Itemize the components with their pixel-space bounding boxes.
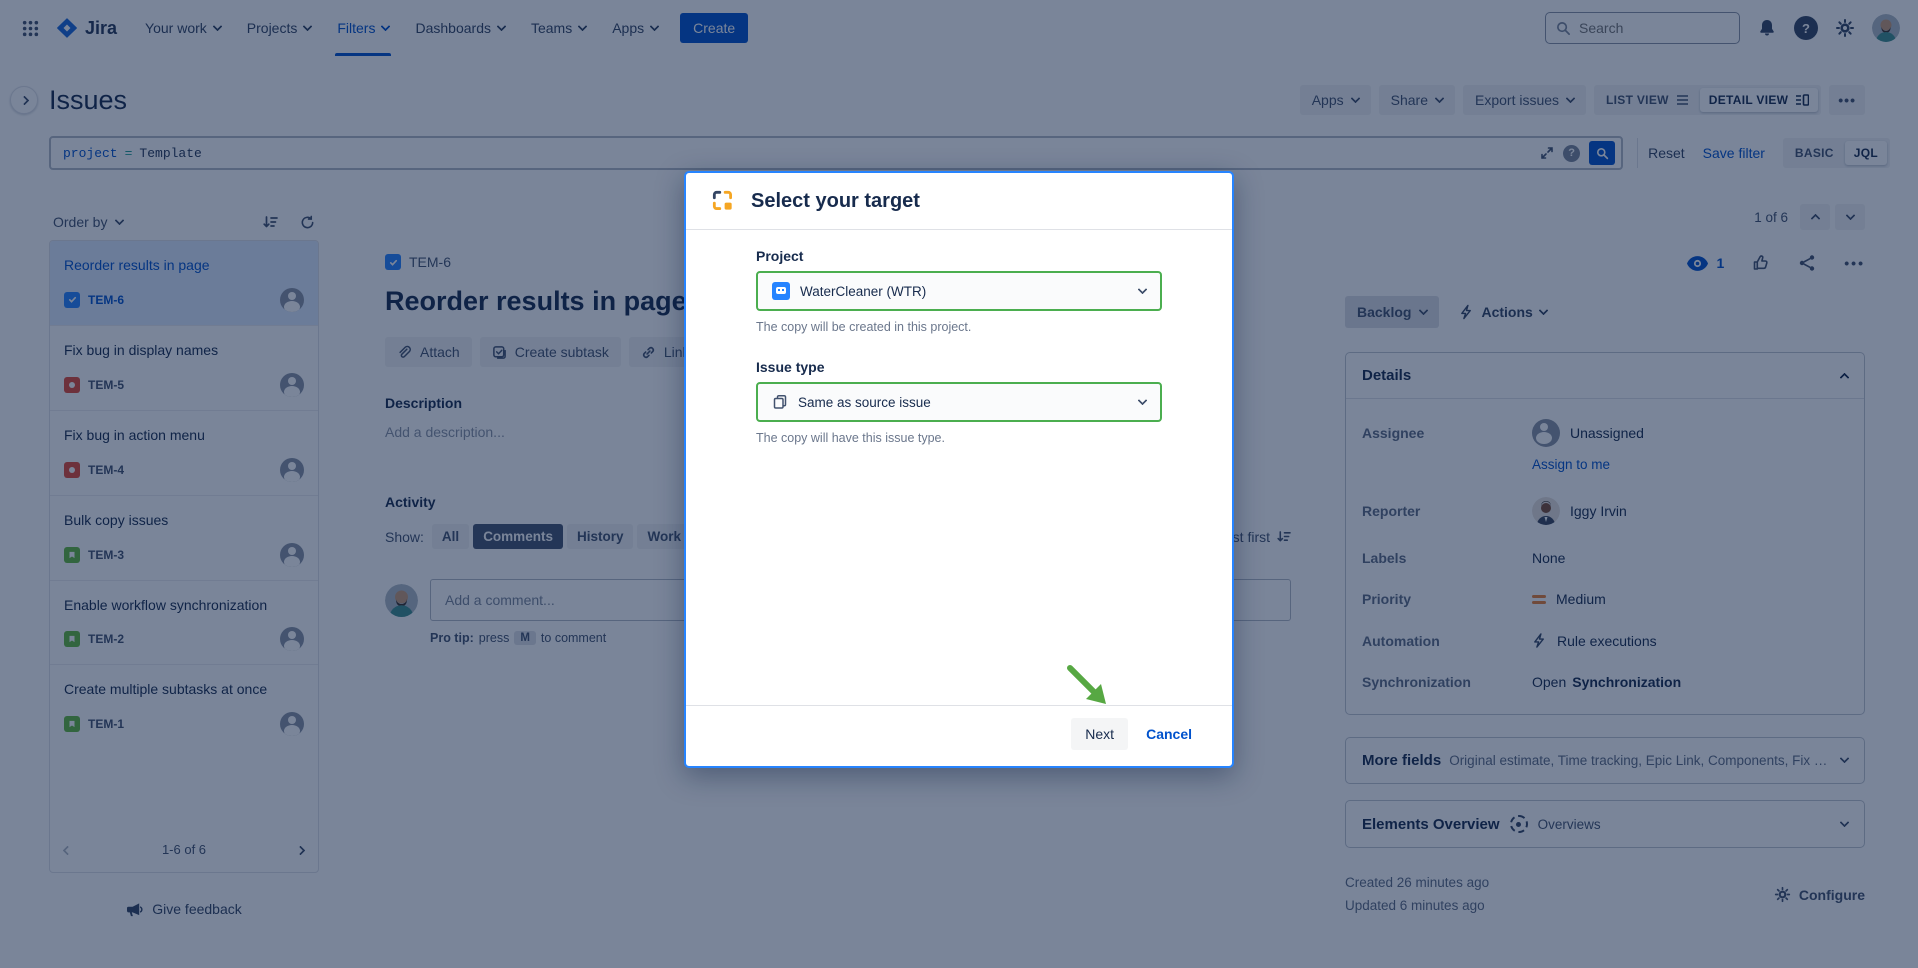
- issue-type-select[interactable]: Same as source issue: [756, 382, 1162, 422]
- clone-icon: [772, 394, 788, 410]
- issue-type-selected-value: Same as source issue: [798, 395, 931, 410]
- jira-issues-page: Jira Your work Projects Filters Dashboar…: [0, 0, 1918, 968]
- next-button[interactable]: Next: [1071, 718, 1128, 750]
- issue-type-help-text: The copy will have this issue type.: [756, 431, 1162, 445]
- project-field: Project WaterCleaner (WTR) The copy will…: [756, 248, 1162, 334]
- copy-app-icon: [710, 188, 736, 214]
- project-avatar-icon: [772, 282, 790, 300]
- project-selected-value: WaterCleaner (WTR): [800, 284, 926, 299]
- issue-type-field: Issue type Same as source issue The copy…: [756, 359, 1162, 445]
- issue-type-label: Issue type: [756, 359, 1162, 375]
- select-target-dialog: Select your target Project WaterCleaner …: [684, 171, 1234, 768]
- chevron-down-icon: [1138, 395, 1148, 405]
- dialog-title: Select your target: [751, 190, 920, 213]
- cancel-button[interactable]: Cancel: [1136, 718, 1202, 750]
- project-help-text: The copy will be created in this project…: [756, 320, 1162, 334]
- project-select[interactable]: WaterCleaner (WTR): [756, 271, 1162, 311]
- chevron-down-icon: [1138, 284, 1148, 294]
- annotation-arrow-icon: [1062, 660, 1116, 717]
- project-label: Project: [756, 248, 1162, 264]
